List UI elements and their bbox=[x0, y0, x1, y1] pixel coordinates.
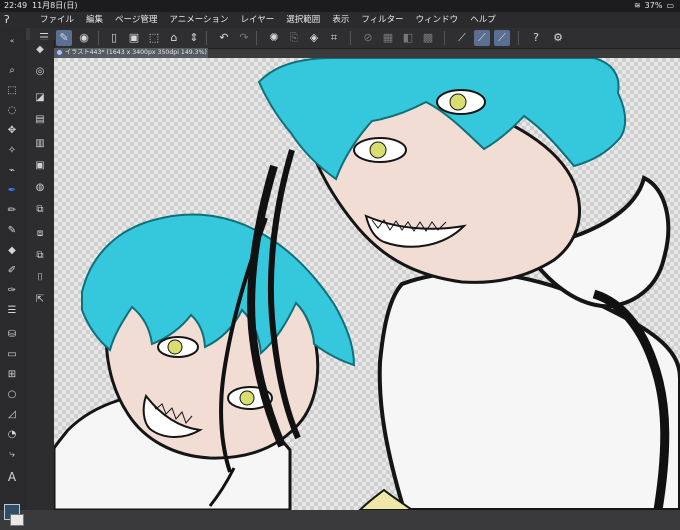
copy-icon[interactable]: ⎘ bbox=[286, 30, 302, 46]
pen-tool-icon[interactable]: ✒ bbox=[3, 184, 21, 198]
menu-edit[interactable]: 編集 bbox=[80, 12, 109, 28]
move-tool-icon[interactable]: ✥ bbox=[3, 124, 21, 138]
zoom-tool-icon[interactable]: ⌕ bbox=[3, 64, 21, 78]
eyedropper-tool-icon[interactable]: ⌁ bbox=[3, 164, 21, 178]
bucket-tool-icon[interactable]: ⛁ bbox=[3, 328, 21, 342]
view-icon[interactable]: ◉ bbox=[76, 30, 92, 46]
edit-icon[interactable]: ✎ bbox=[56, 30, 72, 46]
ruler-tool-icon[interactable]: ◿ bbox=[3, 408, 21, 422]
figure-tool-icon[interactable]: ▭ bbox=[3, 348, 21, 362]
menu-layer[interactable]: レイヤー bbox=[235, 12, 281, 28]
blend-tool-icon[interactable]: ✑ bbox=[3, 284, 21, 298]
undo-icon[interactable]: ↶ bbox=[216, 30, 232, 46]
save-icon[interactable]: ⬚ bbox=[146, 30, 162, 46]
menu-filter[interactable]: フィルター bbox=[355, 12, 409, 28]
sub-tool-bar: ◆ ◎ ◪ ▤ ▥ ▣ ◍ ⧉ ⧈ ⧉ ⌷ ⇱ bbox=[26, 40, 55, 510]
layer-subtool-icon[interactable]: ◪ bbox=[31, 90, 49, 106]
zoom-arrows-icon[interactable]: ⇕ bbox=[186, 30, 202, 46]
right-eye-right-iris bbox=[449, 93, 467, 111]
tab-status-dot bbox=[57, 49, 62, 55]
tool-bar: « ⌕ ⬚ ◌ ✥ ✧ ⌁ ✒ ✏ ✎ ◆ ✐ ✑ ☰ ⛁ ▭ ⊞ ○ ◿ ◔ … bbox=[0, 28, 26, 526]
left-eye-right-iris bbox=[239, 390, 255, 406]
fill-icon[interactable]: ◈ bbox=[306, 30, 322, 46]
selection-tool-icon[interactable]: ✧ bbox=[3, 144, 21, 158]
menu-selection[interactable]: 選択範囲 bbox=[280, 12, 326, 28]
sub-color-swatch[interactable] bbox=[10, 514, 24, 526]
clip-studio-logo-icon[interactable]: ʔ bbox=[4, 14, 18, 26]
arrow-icon[interactable]: ⇱ bbox=[31, 292, 49, 308]
settings-icon[interactable]: ⚙ bbox=[550, 30, 566, 46]
menu-items: ファイル 編集 ページ管理 アニメーション レイヤー 選択範囲 表示 フィルター… bbox=[34, 12, 502, 28]
menu-view[interactable]: 表示 bbox=[326, 12, 355, 28]
stabilization-icon[interactable]: ⟋ bbox=[474, 30, 490, 46]
layers-icon[interactable]: ⧉ bbox=[31, 202, 49, 218]
invert-icon[interactable]: ◧ bbox=[400, 30, 416, 46]
open-folder-icon[interactable]: ▣ bbox=[126, 30, 142, 46]
menu-file[interactable]: ファイル bbox=[34, 12, 80, 28]
toolbar-separator bbox=[206, 31, 207, 45]
clip-subtool-icon[interactable]: ▥ bbox=[31, 136, 49, 152]
lock-subtool-icon[interactable]: ▣ bbox=[31, 158, 49, 174]
menu-page-management[interactable]: ページ管理 bbox=[109, 12, 163, 28]
menu-help[interactable]: ヘルプ bbox=[464, 12, 502, 28]
left-eye-left-iris bbox=[167, 339, 183, 355]
color-swatch-group[interactable] bbox=[2, 500, 24, 530]
new-file-icon[interactable]: ▯ bbox=[106, 30, 122, 46]
crop-icon[interactable]: ⌗ bbox=[326, 30, 342, 46]
stack-subtool-icon[interactable]: ▤ bbox=[31, 112, 49, 128]
brush-tool-icon[interactable]: ✎ bbox=[3, 224, 21, 238]
clear-icon[interactable]: ▦ bbox=[380, 30, 396, 46]
redo-icon[interactable]: ↷ bbox=[236, 30, 252, 46]
balloon-tool-icon[interactable]: ◔ bbox=[3, 428, 21, 442]
ruler-icon[interactable]: ⟋ bbox=[454, 30, 470, 46]
menu-window[interactable]: ウィンドウ bbox=[410, 12, 465, 28]
eraser-tool-icon[interactable]: ◆ bbox=[3, 244, 21, 258]
canvas-tab[interactable]: イラスト443* (1643 x 3400px 350dpi 149.3%) bbox=[54, 48, 208, 58]
ios-status-bar: 22:49 11月8日(日) ≋ 37% ▭ bbox=[0, 0, 680, 12]
toolbar-separator bbox=[518, 31, 519, 45]
toolbar-separator bbox=[256, 31, 257, 45]
fill-tool-icon[interactable]: ✐ bbox=[3, 264, 21, 278]
artwork-svg bbox=[54, 58, 680, 510]
gradient-tool-icon[interactable]: ☰ bbox=[3, 304, 21, 318]
help-icon[interactable]: ? bbox=[528, 30, 544, 46]
selection-icon[interactable]: ▩ bbox=[420, 30, 436, 46]
right-figure-shirt bbox=[377, 270, 680, 510]
battery-percent: 37% bbox=[644, 1, 663, 10]
collapse-icon[interactable]: « bbox=[3, 34, 21, 48]
shape-tool-icon[interactable]: ○ bbox=[3, 388, 21, 402]
canvas-tab-label: イラスト443* (1643 x 3400px 350dpi 149.3%) bbox=[65, 49, 207, 56]
stroke-icon[interactable]: ⟋ bbox=[494, 30, 510, 46]
correction-tool-icon[interactable]: ⤷ bbox=[3, 448, 21, 462]
duplicate-layer-icon[interactable]: ⧉ bbox=[31, 248, 49, 264]
drawing-canvas[interactable] bbox=[54, 58, 680, 510]
frame-tool-icon[interactable]: ⊞ bbox=[3, 368, 21, 382]
mask-icon[interactable]: ⊘ bbox=[360, 30, 376, 46]
toolbar-separator bbox=[350, 31, 351, 45]
lasso-tool-icon[interactable]: ◌ bbox=[3, 104, 21, 118]
export-icon[interactable]: ⌂ bbox=[166, 30, 182, 46]
status-date: 11月8日(日) bbox=[32, 1, 78, 10]
status-time: 22:49 bbox=[4, 1, 28, 10]
text-tool-icon[interactable]: A bbox=[3, 470, 21, 484]
pencil-tool-icon[interactable]: ✏ bbox=[3, 204, 21, 218]
eraser-subtool-icon[interactable]: ◆ bbox=[31, 42, 49, 58]
command-bar: ☰ ✎ ◉ ▯ ▣ ⬚ ⌂ ⇕ ↶ ↷ ✺ ⎘ ◈ ⌗ ⊘ ▦ ◧ ▩ ⟋ ⟋ … bbox=[30, 28, 680, 49]
color-subtool-icon[interactable]: ◍ bbox=[31, 180, 49, 196]
menu-bar: ʔ ファイル 編集 ページ管理 アニメーション レイヤー 選択範囲 表示 フィル… bbox=[0, 12, 680, 28]
toolbar-separator bbox=[98, 31, 99, 45]
loading-icon[interactable]: ✺ bbox=[266, 30, 282, 46]
new-layer-icon[interactable]: ⧈ bbox=[31, 226, 49, 242]
right-eye-left-iris bbox=[369, 141, 387, 159]
battery-icon: ▭ bbox=[666, 1, 674, 10]
camera-icon[interactable]: ⌷ bbox=[31, 270, 49, 286]
toolbar-separator bbox=[444, 31, 445, 45]
wifi-icon: ≋ bbox=[633, 1, 641, 10]
menu-animation[interactable]: アニメーション bbox=[163, 12, 234, 28]
target-subtool-icon[interactable]: ◎ bbox=[31, 64, 49, 80]
operation-tool-icon[interactable]: ⬚ bbox=[3, 84, 21, 98]
status-right-group: ≋ 37% ▭ bbox=[634, 0, 674, 12]
